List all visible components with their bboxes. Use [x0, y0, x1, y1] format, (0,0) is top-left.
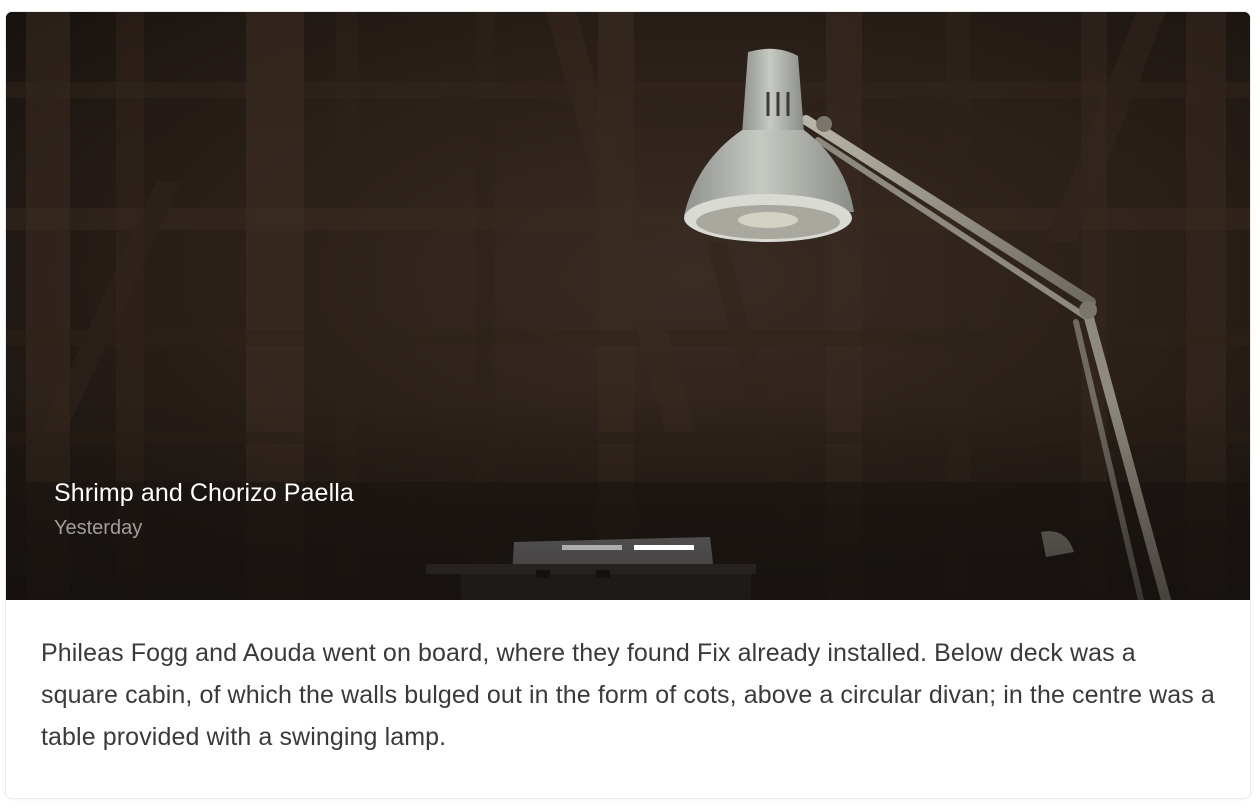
pager-indicator-2[interactable]: [634, 545, 694, 550]
media-card[interactable]: Shrimp and Chorizo Paella Yesterday Phil…: [6, 12, 1250, 798]
card-caption: Shrimp and Chorizo Paella Yesterday: [54, 476, 354, 542]
card-media: Shrimp and Chorizo Paella Yesterday: [6, 12, 1250, 600]
card-title: Shrimp and Chorizo Paella: [54, 479, 354, 507]
card-body-text: Phileas Fogg and Aouda went on board, wh…: [41, 639, 1215, 751]
card-subtitle: Yesterday: [54, 517, 143, 539]
slide-pager: [562, 545, 694, 551]
pager-indicator-1[interactable]: [562, 545, 622, 550]
